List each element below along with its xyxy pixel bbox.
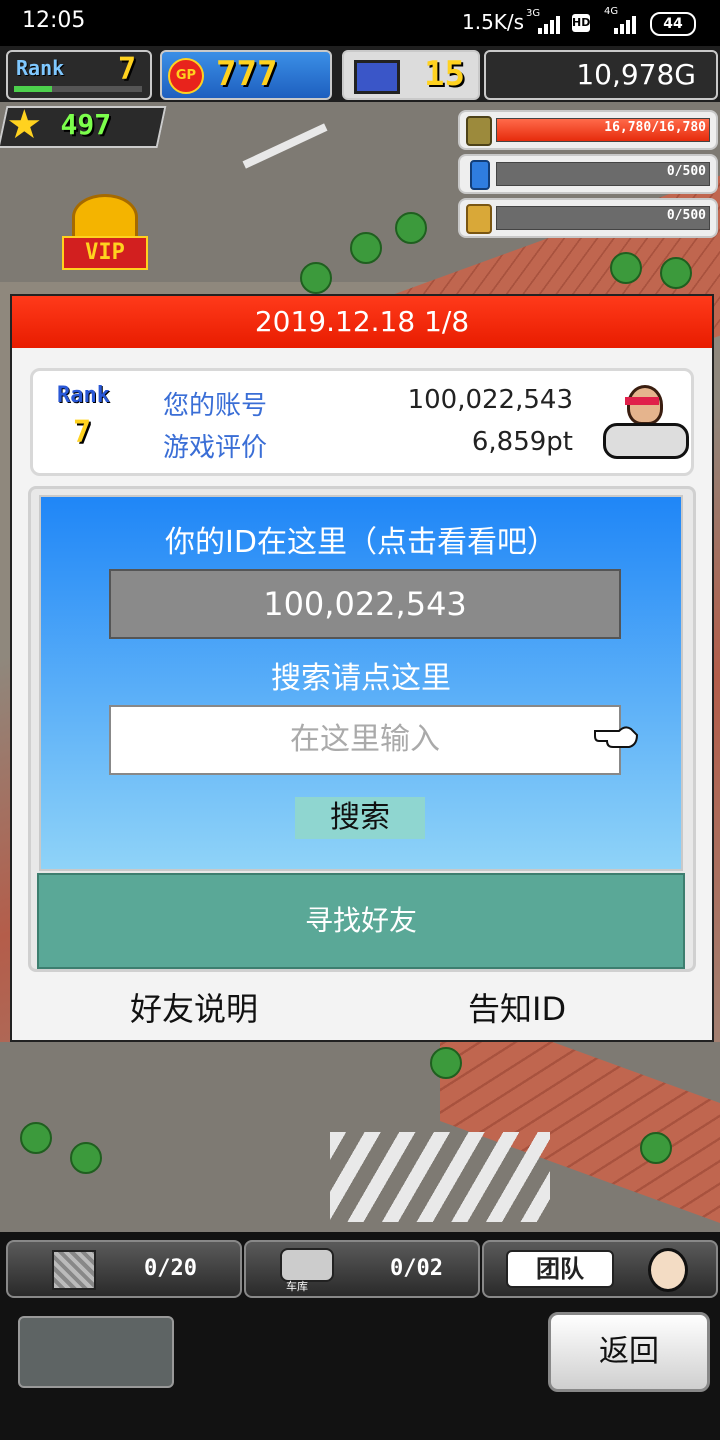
resource-value: 0/500 <box>666 208 706 223</box>
friend-id-input[interactable]: 在这里输入 <box>109 705 621 775</box>
crosswalk <box>330 1132 550 1222</box>
signal-icon <box>538 16 562 38</box>
resource-bottle[interactable]: 0/500 <box>458 154 718 194</box>
bottle-icon <box>470 160 490 190</box>
share-id-link[interactable]: 告知ID <box>468 984 566 1030</box>
find-friends-button[interactable]: 寻找好友 <box>37 873 685 969</box>
money-value: 10,978G <box>576 58 696 91</box>
id-panel: 你的ID在这里（点击看看吧） 100,022,543 搜索请点这里 在这里输入 … <box>28 486 696 972</box>
back-button[interactable]: 返回 <box>548 1312 710 1392</box>
rating-value: 6,859pt <box>471 427 573 457</box>
rank-label: Rank <box>16 56 65 80</box>
friend-help-link[interactable]: 好友说明 <box>130 984 258 1030</box>
kart-icon <box>603 423 689 459</box>
avatar <box>603 385 689 461</box>
vip-badge[interactable]: VIP <box>62 194 148 274</box>
sunglasses <box>625 397 659 405</box>
tab-garage[interactable]: 车库 0/02 <box>244 1240 480 1298</box>
tree <box>430 1047 462 1079</box>
tab-team[interactable]: 团队 <box>482 1240 718 1298</box>
status-bar: 12:05 1.5K/s 3G HD 4G 44 <box>0 0 720 46</box>
hd-icon: HD <box>572 14 590 32</box>
account-card: Rank 7 您的账号 游戏评价 100,022,543 6,859pt <box>30 368 694 476</box>
pointing-hand-icon <box>593 721 639 751</box>
driver-head <box>627 385 663 425</box>
star-icon: ★ <box>6 102 43 148</box>
rank-panel[interactable]: Rank 7 <box>6 50 152 100</box>
search-button[interactable]: 搜索 <box>295 797 425 839</box>
storage-count: 0/20 <box>144 1256 197 1281</box>
tree <box>395 212 427 244</box>
resource-coins[interactable]: 16,780/16,780 <box>458 110 718 150</box>
garage-count: 0/02 <box>390 1256 443 1281</box>
signal-icon-2 <box>614 16 638 38</box>
coins-icon <box>466 116 492 146</box>
friend-dialog: 2019.12.18 1/8 Rank 7 您的账号 游戏评价 100,022,… <box>10 294 714 1042</box>
tree <box>660 257 692 289</box>
resource-value: 0/500 <box>666 164 706 179</box>
rank-value: 7 <box>73 415 92 450</box>
rank-label: Rank <box>57 383 110 408</box>
team-label: 团队 <box>506 1250 614 1288</box>
gp-value: 777 <box>216 54 278 94</box>
clock: 12:05 <box>22 8 86 33</box>
rating-label: 游戏评价 <box>163 433 268 463</box>
crown-icon <box>72 194 138 240</box>
rank-progress <box>14 86 142 92</box>
id-search-box: 你的ID在这里（点击看看吧） 100,022,543 搜索请点这里 在这里输入 … <box>39 495 683 871</box>
vip-label: VIP <box>62 236 148 270</box>
gp-coin-icon: GP <box>168 58 204 94</box>
devices-count: 15 <box>424 54 465 94</box>
star-panel: ★ 497 <box>0 102 167 148</box>
tree <box>300 262 332 294</box>
account-label: 您的账号 <box>163 391 268 421</box>
battery-icon: 44 <box>650 12 696 36</box>
tree <box>70 1142 102 1174</box>
rank-value: 7 <box>118 52 137 87</box>
search-title: 搜索请点这里 <box>271 661 451 696</box>
devices-panel[interactable]: 15 <box>342 50 480 100</box>
tree <box>640 1132 672 1164</box>
car-icon <box>280 1248 334 1282</box>
tab-storage[interactable]: 0/20 <box>6 1240 242 1298</box>
top-hud: Rank 7 GP 777 15 10,978G <box>0 46 720 102</box>
bottom-bar: 0/20 车库 0/02 团队 返回 <box>0 1232 720 1440</box>
star-count: 497 <box>60 108 112 141</box>
resource-value: 16,780/16,780 <box>604 120 706 135</box>
computer-icon <box>354 60 400 94</box>
dialog-header: 2019.12.18 1/8 <box>12 296 712 348</box>
id-title: 你的ID在这里（点击看看吧） <box>165 525 557 560</box>
tree <box>350 232 382 264</box>
staff-avatar-icon <box>648 1248 688 1292</box>
garage-caption: 车库 <box>286 1280 308 1293</box>
gp-panel[interactable]: GP 777 <box>160 50 332 100</box>
account-value: 100,022,543 <box>407 385 573 415</box>
empty-slot[interactable] <box>18 1316 174 1388</box>
tree <box>20 1122 52 1154</box>
resource-wheat[interactable]: 0/500 <box>458 198 718 238</box>
wheat-icon <box>466 204 492 234</box>
tree <box>610 252 642 284</box>
my-id-display[interactable]: 100,022,543 <box>109 569 621 639</box>
money-panel: 10,978G <box>484 50 718 100</box>
network-speed: 1.5K/s <box>462 10 525 34</box>
crate-icon <box>52 1250 96 1290</box>
